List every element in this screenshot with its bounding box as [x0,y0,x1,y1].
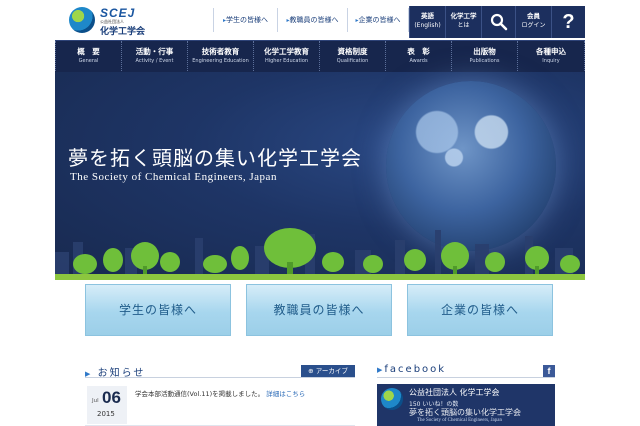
news-year: 2015 [97,410,115,418]
facebook-header: ▶facebook f [377,364,555,378]
facebook-title: ▶facebook [377,364,446,375]
facebook-page-name[interactable]: 公益社団法人 化学工学会 [409,387,500,398]
nav-item-awards[interactable]: 表 彰 Awards [385,41,451,73]
news-date: Jul 06 2015 [87,386,127,424]
facebook-icon[interactable]: f [543,365,555,377]
facebook-cover-subtitle: The Society of Chemical Engineers, Japan [417,418,502,423]
nav-label-en: General [78,58,99,64]
news-day: 06 [102,388,121,407]
search-icon [490,13,507,31]
nav-label-jp: 技術者教育 [201,47,240,56]
help-button[interactable]: ? [551,6,585,38]
english-sublabel: (English) [414,22,441,29]
quick-link-faculty[interactable]: ▸教職員の皆様へ [277,8,347,32]
nav-item-inquiry[interactable]: 各種申込 Inquiry [517,41,585,73]
archive-label: アーカイブ [315,367,348,375]
quick-link-students[interactable]: ▸学生の皆様へ [213,8,277,32]
nav-item-general[interactable]: 概 要 General [55,41,121,73]
nav-label-jp: 化学工学教育 [264,47,309,56]
facebook-avatar [381,388,403,410]
about-sublabel: とは [457,22,470,29]
login-label: ログイン [521,22,546,29]
nav-label-en: Awards [409,58,428,64]
question-mark-icon: ? [562,11,575,33]
english-button[interactable]: 英語 (English) [409,6,445,38]
site-wrapper: SCEJ 公益社団法人 化学工学会 ▸学生の皆様へ ▸教職員の皆様へ ▸企業の皆… [55,0,585,426]
logo[interactable]: SCEJ 公益社団法人 化学工学会 [69,6,209,37]
quick-link-label: 教職員の皆様へ [289,16,339,24]
quick-link-companies[interactable]: ▸企業の皆様へ [347,8,409,32]
nav-label-jp: 出版物 [473,47,496,56]
news-headline: 学会本部活動通信(Vol.11)を掲載しました。 [135,390,265,398]
hero-subtitle: The Society of Chemical Engineers, Japan [70,171,277,183]
nav-label-jp: 活動・行事 [135,47,174,56]
news-detail-link[interactable]: 詳細はこちら [266,390,305,398]
facebook-title-text: facebook [384,364,447,375]
plus-circle-icon: ⊕ [308,367,314,375]
archive-button[interactable]: ⊕ アーカイブ [301,365,355,377]
news-title-text: お知らせ [97,368,146,379]
news-item: Jul 06 2015 学会本部活動通信(Vol.11)を掲載しました。 詳細は… [85,384,355,426]
english-label: 英語 [421,12,434,20]
member-label: 会員 [527,12,540,20]
logo-text-jp: 化学工学会 [100,27,146,37]
nav-item-publications[interactable]: 出版物 Publications [451,41,517,73]
companies-banner-button[interactable]: 企業の皆様へ [407,284,553,336]
faculty-banner-button[interactable]: 教職員の皆様へ [246,284,392,336]
quick-link-label: 学生の皆様へ [226,16,268,24]
about-chemical-engineering-button[interactable]: 化学工学 とは [445,6,481,38]
nav-label-en: Inquiry [542,58,560,64]
facebook-cover-title: 夢を拓く頭脳の集い化学工学会 [409,408,521,417]
logo-text-en: SCEJ [100,6,136,20]
nav-label-en: Publications [469,58,500,64]
search-button[interactable] [481,6,515,38]
nav-label-en: Activity / Event [135,58,174,64]
nav-label-jp: 各種申込 [536,47,566,56]
nav-item-engineering-education[interactable]: 技術者教育 Engineering Education [187,41,253,73]
nav-item-activity[interactable]: 活動・行事 Activity / Event [121,41,187,73]
header: SCEJ 公益社団法人 化学工学会 ▸学生の皆様へ ▸教職員の皆様へ ▸企業の皆… [55,0,585,40]
triangle-right-icon: ▶ [85,370,93,378]
quick-link-label: 企業の皆様へ [358,16,401,24]
facebook-page-widget[interactable]: 公益社団法人 化学工学会 150 いいね！の数 夢を拓く頭脳の集い化学工学会 T… [377,384,555,426]
news-header: ▶ お知らせ ⊕ アーカイブ [85,364,355,379]
news-month: Jul [92,398,99,404]
hero-banner: 夢を拓く頭脳の集い化学工学会 The Society of Chemical E… [55,72,585,280]
nav-label-en: Higher Education [264,58,309,64]
nav-label-en: Qualification [336,58,369,64]
member-login-button[interactable]: 会員 ログイン [515,6,551,38]
nav-label-jp: 概 要 [77,47,100,56]
nav-item-qualification[interactable]: 資格制度 Qualification [319,41,385,73]
nav-item-higher-education[interactable]: 化学工学教育 Higher Education [253,41,319,73]
news-text: 学会本部活動通信(Vol.11)を掲載しました。 詳細はこちら [135,388,305,398]
global-nav: 概 要 General 活動・行事 Activity / Event 技術者教育… [55,40,585,73]
about-label: 化学工学 [450,12,477,20]
nav-label-jp: 資格制度 [337,47,368,56]
hero-title: 夢を拓く頭脳の集い化学工学会 [68,146,362,170]
nav-label-en: Engineering Education [192,58,249,64]
news-title: ▶ お知らせ [85,364,145,379]
nav-label-jp: 表 彰 [407,47,430,56]
main-content: 学生の皆様へ 教職員の皆様へ 企業の皆様へ ▶ お知らせ ⊕ アーカイブ Jul… [55,280,585,426]
logo-mark-icon [69,7,95,33]
students-banner-button[interactable]: 学生の皆様へ [85,284,231,336]
skyline-and-trees-illustration [55,228,585,280]
